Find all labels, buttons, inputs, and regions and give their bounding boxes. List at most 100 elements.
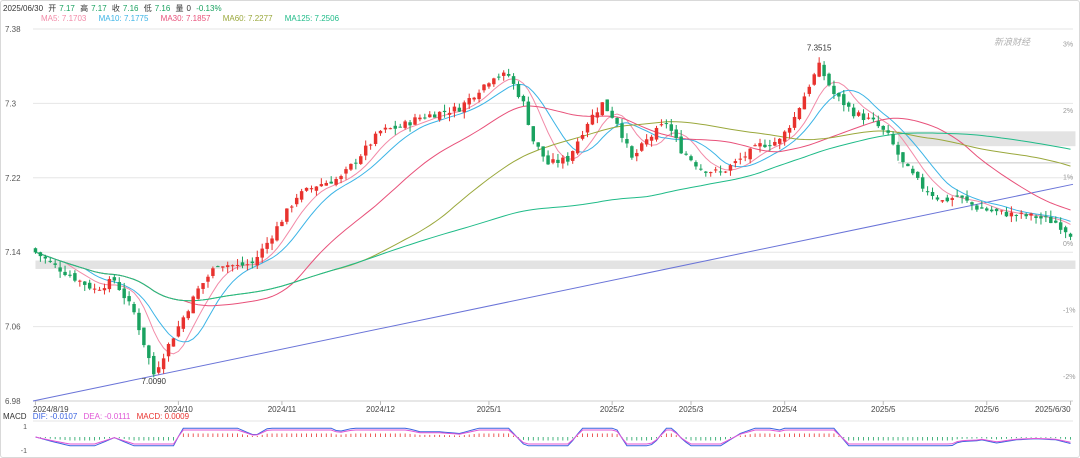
candle-body <box>679 136 683 154</box>
candle-body <box>733 161 738 164</box>
candle-body <box>63 271 67 276</box>
x-tick-label: 2025/2 <box>600 405 625 414</box>
candle-body <box>748 148 752 160</box>
candle-body <box>906 163 910 167</box>
candle-body <box>635 152 639 157</box>
candle-body <box>329 181 333 184</box>
x-tick-label: 2025/6 <box>975 405 1000 414</box>
candle-body <box>423 117 427 119</box>
candle-body <box>585 123 590 133</box>
candle-body <box>994 208 999 212</box>
candle-body <box>827 73 831 86</box>
candle-body <box>166 344 171 357</box>
candle-body <box>570 151 575 161</box>
candle-body <box>48 260 52 262</box>
candle-body <box>255 256 259 266</box>
y-tick-label: 7.22 <box>5 174 21 183</box>
candle-body <box>940 200 945 202</box>
candle-body <box>605 99 609 112</box>
candle-body <box>472 97 476 100</box>
volume-label: 量 <box>175 4 184 13</box>
candle-body <box>506 73 511 76</box>
candle-body <box>768 145 772 147</box>
candle-body <box>580 134 585 139</box>
candle-body <box>551 159 555 163</box>
candle-body <box>758 143 762 147</box>
candle-body <box>792 116 797 128</box>
candle-body <box>817 62 821 77</box>
candle-body <box>432 114 437 118</box>
candle-body <box>176 326 181 337</box>
candle-body <box>102 288 107 291</box>
candle-body <box>43 256 48 259</box>
candle-body <box>152 355 156 375</box>
candle-body <box>920 177 925 189</box>
candle-body <box>620 123 624 138</box>
candle-body <box>709 172 713 174</box>
candle-body <box>644 139 649 145</box>
candle-body <box>807 86 812 94</box>
candle-body <box>797 108 802 120</box>
candle-body <box>866 117 871 119</box>
candle-body <box>418 117 422 120</box>
candle-body <box>497 76 501 78</box>
candle-body <box>225 265 230 268</box>
candle-body <box>625 138 629 144</box>
y-tick-label: 7.3 <box>5 99 17 108</box>
kline-chart[interactable]: 7.38 7.3 7.22 7.14 7.06 6.98 3% 2% 1% 0% -1% -2% 202… <box>1 1 1079 457</box>
candle-body <box>891 134 895 145</box>
candle-body <box>147 345 151 359</box>
candle-body <box>955 195 959 197</box>
candle-body <box>842 94 846 106</box>
candle-body <box>1014 214 1019 216</box>
candle-body <box>664 123 669 125</box>
candle-body <box>290 206 294 208</box>
ma-legend: MA5: 7.1703 MA10: 7.1775 MA30: 7.1857 MA… <box>41 14 349 23</box>
candle-body <box>378 130 383 134</box>
candle-body <box>447 112 452 115</box>
candle-body <box>778 138 782 144</box>
candle-body <box>206 276 210 282</box>
candle-body <box>280 221 284 227</box>
candle-body <box>235 264 240 266</box>
candle-body <box>33 248 38 253</box>
watermark-logo: 新浪财经 <box>994 37 1031 47</box>
candle-body <box>314 186 319 191</box>
candle-body <box>196 288 200 299</box>
candle-body <box>521 95 526 102</box>
candle-body <box>156 367 161 373</box>
candle-body <box>275 226 279 241</box>
candle-body <box>349 163 353 170</box>
candle-body <box>782 131 787 142</box>
x-tick-label: 2024/11 <box>268 405 297 414</box>
candle-body <box>1063 227 1068 233</box>
candle-body <box>713 169 718 171</box>
candle-body <box>368 144 373 146</box>
pct-tick-label: 1% <box>1063 174 1073 181</box>
candle-body <box>344 169 348 174</box>
candle-body <box>260 248 264 258</box>
ma30-legend: MA30: 7.1857 <box>160 14 211 23</box>
candle-body <box>487 83 491 87</box>
candle-body <box>1009 212 1014 217</box>
candle-body <box>211 268 215 276</box>
candle-body <box>383 127 388 130</box>
candle-body <box>393 125 397 129</box>
close-label: 收 <box>111 4 120 13</box>
candle-body <box>240 262 245 266</box>
candle-body <box>511 76 516 84</box>
candle-body <box>699 168 703 170</box>
candle-body <box>1068 233 1073 237</box>
candle-body <box>492 78 496 85</box>
candle-body <box>181 317 186 329</box>
candle-body <box>221 266 225 268</box>
candle-body <box>930 191 935 197</box>
candle-body <box>137 312 141 331</box>
candle-body <box>561 157 565 164</box>
candle-body <box>911 168 915 174</box>
candle-body <box>73 273 77 281</box>
candle-body <box>773 141 777 146</box>
candle-body <box>669 124 674 131</box>
price-annotation: 7.3515 <box>807 44 832 53</box>
candle-body <box>516 83 521 98</box>
